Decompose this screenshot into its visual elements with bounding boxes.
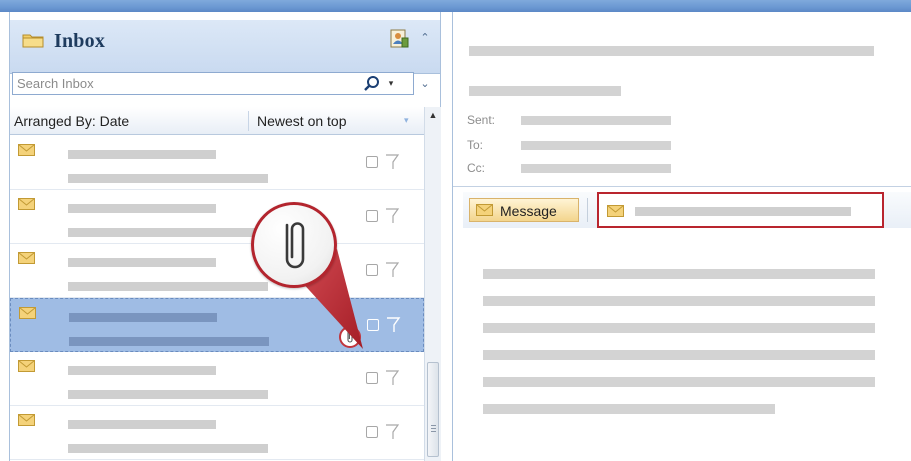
arrange-by-label[interactable]: Arranged By: Date: [14, 113, 129, 129]
attached-item[interactable]: [597, 192, 884, 228]
body-line-placeholder: [483, 296, 875, 306]
folder-icon: [22, 34, 44, 48]
sender-placeholder: [68, 150, 216, 159]
to-value-placeholder: [521, 141, 671, 150]
sort-order-chevron-icon[interactable]: ▾: [404, 115, 416, 127]
grip-line: [431, 428, 436, 429]
search-options-dropdown[interactable]: ▾: [385, 76, 397, 90]
flag-icon[interactable]: [385, 316, 401, 334]
flag-icon[interactable]: [384, 153, 400, 171]
category-box[interactable]: [366, 156, 378, 168]
cc-value-placeholder: [521, 164, 671, 173]
address-book-icon[interactable]: [388, 28, 410, 50]
attachment-strip: Message: [463, 192, 911, 228]
grip-line: [431, 431, 436, 432]
search-box[interactable]: ▾: [12, 72, 414, 95]
message-row[interactable]: [10, 136, 424, 190]
sender-placeholder: [68, 258, 216, 267]
header-divider: [453, 186, 911, 187]
subject-placeholder: [68, 390, 268, 399]
envelope-icon: [18, 414, 35, 426]
flag-icon[interactable]: [384, 261, 400, 279]
sent-value-placeholder: [521, 116, 671, 125]
attachment-separator: [587, 198, 588, 222]
sender-placeholder: [68, 420, 216, 429]
scroll-up-arrow-icon[interactable]: ▲: [425, 107, 441, 124]
sender-placeholder: [69, 313, 217, 322]
body-line-placeholder: [483, 377, 875, 387]
envelope-icon: [18, 252, 35, 264]
subject-placeholder: [68, 228, 268, 237]
folder-title: Inbox: [54, 30, 106, 52]
expand-search-button[interactable]: ⌄: [418, 74, 432, 94]
envelope-icon: [18, 144, 35, 156]
envelope-icon: [18, 198, 35, 210]
envelope-icon: [19, 307, 36, 319]
subject-placeholder: [469, 46, 874, 56]
flag-icon[interactable]: [384, 423, 400, 441]
search-icon[interactable]: [363, 75, 381, 93]
sender-placeholder: [469, 86, 621, 96]
cc-label: Cc:: [467, 161, 485, 175]
flag-icon[interactable]: [384, 369, 400, 387]
subject-placeholder: [68, 444, 268, 453]
column-divider: [248, 111, 249, 131]
subject-placeholder: [69, 337, 269, 346]
body-line-placeholder: [483, 323, 875, 333]
to-label: To:: [467, 138, 484, 152]
body-line-placeholder: [483, 404, 775, 414]
flag-icon[interactable]: [384, 207, 400, 225]
body-line-placeholder: [483, 350, 875, 360]
subject-placeholder: [68, 282, 268, 291]
category-box[interactable]: [366, 372, 378, 384]
search-input[interactable]: [13, 73, 353, 94]
envelope-icon: [18, 360, 35, 372]
message-tab[interactable]: Message: [469, 198, 579, 222]
scroll-thumb[interactable]: [427, 362, 439, 457]
list-scrollbar[interactable]: ▲: [424, 107, 441, 461]
sender-placeholder: [68, 204, 216, 213]
inbox-header: Inbox ⌃: [10, 20, 440, 74]
grip-line: [431, 425, 436, 426]
body-line-placeholder: [483, 269, 875, 279]
sort-order-label[interactable]: Newest on top: [257, 113, 347, 129]
message-row[interactable]: [10, 406, 424, 460]
sender-placeholder: [68, 366, 216, 375]
arrange-bar: Arranged By: Date Newest on top ▾: [10, 107, 424, 135]
message-tab-label: Message: [500, 203, 557, 219]
category-box[interactable]: [366, 426, 378, 438]
sent-label: Sent:: [467, 113, 496, 127]
envelope-icon: [607, 205, 624, 217]
message-row[interactable]: [10, 352, 424, 406]
window-top-band: [0, 0, 911, 12]
envelope-icon: [476, 204, 493, 216]
attachment-name-placeholder: [635, 207, 851, 216]
callout-magnifier: [251, 202, 337, 288]
collapse-pane-button[interactable]: ⌃: [418, 28, 432, 48]
mail-list-pane: Inbox ⌃ ▾ ⌄ Arranged By: Date Newest on …: [9, 12, 441, 461]
paperclip-icon: [285, 222, 305, 269]
reading-pane: Sent: To: Cc: Message: [452, 12, 911, 461]
subject-placeholder: [68, 174, 268, 183]
